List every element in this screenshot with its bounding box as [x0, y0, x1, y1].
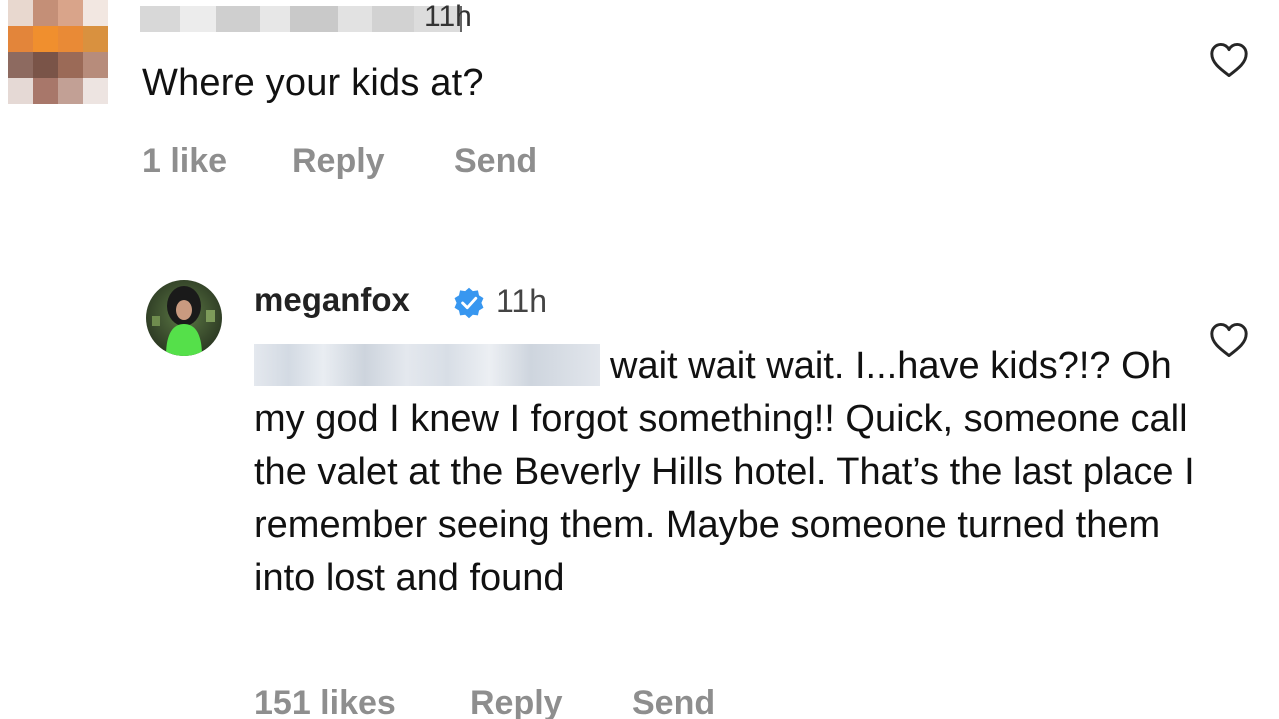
comment-text: Where your kids at? [142, 62, 484, 104]
comment-reply-button[interactable]: Reply [292, 142, 385, 181]
reply-text-block: wait wait wait. I...have kids?!? Oh my g… [254, 340, 1214, 605]
commenter-avatar[interactable] [8, 0, 108, 104]
comment-like-count[interactable]: 1 like [142, 142, 227, 181]
commenter-username-redacted[interactable] [140, 6, 462, 32]
verified-badge-icon [454, 287, 484, 319]
comment-timestamp: 11h [424, 0, 472, 33]
reply-username[interactable]: meganfox [254, 281, 410, 319]
heart-outline-icon[interactable] [1209, 322, 1249, 358]
mention-redacted [254, 344, 600, 386]
reply-timestamp: 11h [496, 283, 548, 319]
reply-send-button[interactable]: Send [632, 684, 715, 719]
reply-reply-button[interactable]: Reply [470, 684, 563, 719]
reply-like-count[interactable]: 151 likes [254, 684, 396, 719]
heart-outline-icon[interactable] [1209, 42, 1249, 78]
comment-send-button[interactable]: Send [454, 142, 537, 181]
reply-avatar[interactable] [146, 280, 222, 356]
comment-thread: 11h Where your kids at? 1 like Reply Sen… [0, 0, 1279, 719]
profile-photo-image [152, 286, 215, 356]
